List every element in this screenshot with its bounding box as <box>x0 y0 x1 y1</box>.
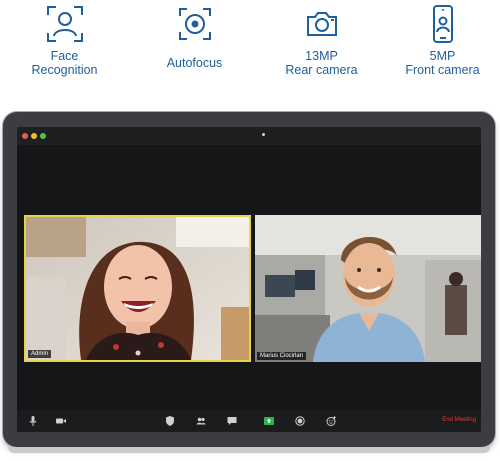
feature-autofocus: Autofocus <box>132 0 257 70</box>
rear-camera-icon <box>306 12 337 36</box>
reactions-icon[interactable] <box>325 415 337 427</box>
record-icon[interactable] <box>294 415 306 427</box>
close-window-button[interactable] <box>22 133 28 139</box>
feature-label-line1: Face <box>50 49 79 63</box>
participants-icon[interactable] <box>195 415 207 427</box>
video-tile-marius[interactable]: Marius Ciocirlan <box>255 215 481 362</box>
feature-label-line2: Rear camera <box>285 63 358 77</box>
maximize-window-button[interactable] <box>40 133 46 139</box>
autofocus-icon <box>178 8 211 40</box>
meeting-toolbar: End Meeting <box>17 410 481 432</box>
video-meeting-window: Admin Marius Ciocirlan End Meeting <box>17 127 481 432</box>
participant-name-tag: Admin <box>28 350 52 358</box>
product-image: Face Recognition Autofocus 13MP Rear cam… <box>0 0 500 461</box>
feature-label-line1: 13MP <box>305 49 338 63</box>
chat-icon[interactable] <box>226 415 238 427</box>
participant-video-marius <box>255 215 481 362</box>
feature-label-line2: Recognition <box>31 63 98 77</box>
feature-label-line1: Autofocus <box>166 56 223 70</box>
feature-face-recognition: Face Recognition <box>2 0 127 77</box>
window-titlebar <box>17 127 481 145</box>
feature-rear-camera: 13MP Rear camera <box>259 0 384 77</box>
feature-label-line1: 5MP <box>429 49 456 63</box>
tablet-device: Admin Marius Ciocirlan End Meeting <box>3 112 495 453</box>
video-camera-icon[interactable] <box>55 415 67 427</box>
participant-video-admin <box>26 217 249 360</box>
microphone-icon[interactable] <box>27 415 39 427</box>
front-camera-phone-icon <box>432 5 453 43</box>
video-tile-admin[interactable]: Admin <box>24 215 251 362</box>
feature-label-line2: Front camera <box>405 63 480 77</box>
feature-front-camera: 5MP Front camera <box>380 0 500 77</box>
participant-name-tag: Marius Ciocirlan <box>257 352 307 360</box>
front-camera-lens <box>262 133 265 136</box>
tablet-edge <box>8 447 490 453</box>
minimize-window-button[interactable] <box>31 133 37 139</box>
security-icon[interactable] <box>164 415 176 427</box>
end-meeting-button[interactable]: End Meeting <box>442 417 476 423</box>
face-recognition-icon <box>46 6 83 42</box>
share-screen-icon[interactable] <box>263 415 275 427</box>
